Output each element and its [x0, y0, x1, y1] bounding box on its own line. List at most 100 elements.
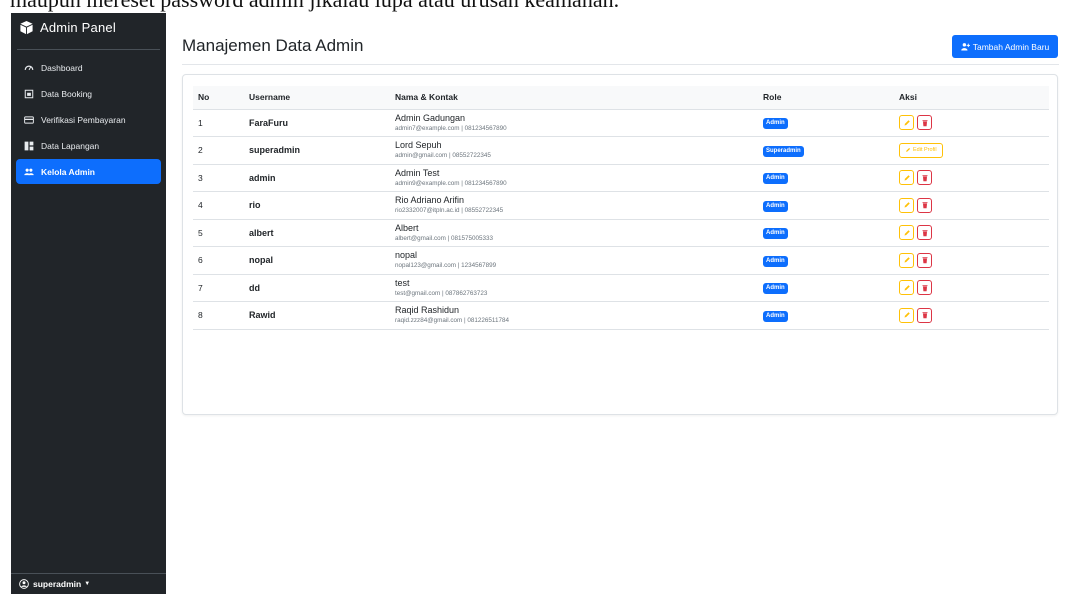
trash-icon [922, 230, 927, 236]
brand[interactable]: Admin Panel [11, 14, 166, 40]
column-header-role: Role [763, 86, 899, 110]
document-caption-line: maupun mereset password admin jikalau lu… [10, 0, 1060, 12]
edit-button[interactable] [899, 307, 914, 323]
table-row: 4 rio Rio Adriano Arifin rio2332007@itpln… [193, 191, 1049, 220]
admin-name: Lord Sepuh [395, 140, 442, 151]
edit-button[interactable] [899, 170, 914, 186]
admin-name: nopal [395, 250, 418, 261]
username-cell: albert [249, 219, 395, 247]
trash-icon [922, 175, 927, 181]
pencil-icon [906, 148, 911, 153]
sidebar-item-verifikasi-pembayaran[interactable]: Verifikasi Pembayaran [16, 107, 161, 132]
grid-icon [24, 141, 34, 151]
calendar-icon [24, 89, 34, 99]
column-header-no: No [193, 86, 249, 110]
role-cell: Admin [763, 219, 899, 247]
nama-kontak-cell: test test@gmail.com | 087862763723 [395, 274, 763, 302]
admin-name: Albert [395, 222, 419, 233]
sidebar-item-label: Data Lapangan [41, 140, 100, 151]
sidebar: Admin Panel Dashboard Data Booking Verif… [11, 13, 166, 594]
nama-kontak-cell: Admin Test admin9@example.com | 081234567… [395, 164, 763, 192]
role-badge: Superadmin [763, 145, 804, 157]
brand-title: Admin Panel [40, 19, 116, 35]
actions-cell [899, 219, 1049, 247]
pencil-icon [904, 230, 910, 236]
row-number: 1 [193, 109, 249, 137]
role-cell: Admin [763, 164, 899, 192]
edit-profile-button[interactable]: Edit Profil [899, 142, 943, 158]
role-cell: Admin [763, 301, 899, 330]
delete-button[interactable] [917, 307, 932, 323]
username-cell: superadmin [249, 136, 395, 165]
role-cell: Admin [763, 246, 899, 275]
actions-cell [899, 246, 1049, 275]
sidebar-item-data-lapangan[interactable]: Data Lapangan [16, 133, 161, 158]
admin-table-card: No Username Nama & Kontak Role Aksi 1 Fa… [182, 74, 1058, 415]
sidebar-item-label: Kelola Admin [41, 166, 95, 177]
sidebar-item-dashboard[interactable]: Dashboard [16, 55, 161, 80]
admin-name: Rio Adriano Arifin [395, 195, 465, 206]
trash-icon [922, 285, 927, 291]
delete-button[interactable] [917, 280, 932, 296]
row-number: 3 [193, 164, 249, 192]
edit-button[interactable] [899, 115, 914, 131]
row-number: 5 [193, 219, 249, 247]
table-row: 6 nopal nopal nopal123@gmail.com | 123456… [193, 246, 1049, 275]
caret-down-icon: ▼ [84, 581, 91, 587]
actions-cell: Edit Profil [899, 136, 1049, 165]
edit-button[interactable] [899, 225, 914, 241]
role-cell: Superadmin [763, 136, 899, 165]
role-badge: Admin [763, 173, 788, 185]
box-icon [20, 20, 33, 34]
add-admin-button[interactable]: Tambah Admin Baru [952, 35, 1058, 58]
role-badge: Admin [763, 310, 788, 322]
pencil-icon [904, 120, 910, 126]
admin-contact: rio2332007@itpln.ac.id | 08552722345 [395, 207, 504, 215]
sidebar-item-kelola-admin[interactable]: Kelola Admin [16, 159, 161, 184]
trash-icon [922, 312, 927, 319]
credit-card-icon [24, 115, 34, 125]
pencil-icon [904, 285, 910, 291]
delete-button[interactable] [917, 170, 932, 186]
role-badge: Admin [763, 200, 788, 212]
row-number: 8 [193, 301, 249, 330]
column-header-username: Username [249, 86, 395, 110]
username-cell: admin [249, 164, 395, 192]
delete-button[interactable] [917, 115, 932, 131]
delete-button[interactable] [917, 197, 932, 213]
nama-kontak-cell: Rio Adriano Arifin rio2332007@itpln.ac.id… [395, 191, 763, 220]
sidebar-item-label: Verifikasi Pembayaran [41, 114, 126, 125]
pencil-icon [904, 175, 910, 181]
admin-contact: admin9@example.com | 081234567890 [395, 179, 507, 187]
speedometer-icon [24, 63, 34, 73]
trash-icon [922, 120, 927, 126]
sidebar-item-label: Dashboard [41, 62, 83, 73]
pencil-icon [904, 312, 910, 318]
table-row: 8 Rawid Raqid Rashidun raqid.zzz84@gmail.… [193, 301, 1049, 330]
add-admin-label: Tambah Admin Baru [972, 41, 1050, 52]
admin-contact: test@gmail.com | 087862763723 [395, 289, 488, 297]
edit-button[interactable] [899, 197, 914, 213]
admin-contact: nopal123@gmail.com | 1234567899 [395, 262, 497, 270]
user-circle-icon [19, 579, 29, 589]
delete-button[interactable] [917, 252, 932, 268]
sidebar-item-label: Data Booking [41, 88, 93, 99]
actions-cell [899, 164, 1049, 192]
delete-button[interactable] [917, 225, 932, 241]
edit-button[interactable] [899, 252, 914, 268]
sidebar-item-data-booking[interactable]: Data Booking [16, 81, 161, 106]
row-number: 7 [193, 274, 249, 302]
edit-button[interactable] [899, 280, 914, 296]
table-row: 7 dd test test@gmail.com | 087862763723 A… [193, 274, 1049, 302]
admin-contact: admin@gmail.com | 08552722345 [395, 152, 491, 160]
table-row: 2 superadmin Lord Sepuh admin@gmail.com |… [193, 136, 1049, 165]
nama-kontak-cell: nopal nopal123@gmail.com | 1234567899 [395, 246, 763, 275]
role-cell: Admin [763, 109, 899, 137]
username-cell: nopal [249, 246, 395, 275]
trash-icon [922, 202, 927, 209]
user-dropdown-toggle[interactable]: superadmin ▼ [11, 573, 166, 594]
table-row: 3 admin Admin Test admin9@example.com | 0… [193, 164, 1049, 192]
sidebar-divider [17, 49, 160, 50]
nama-kontak-cell: Albert albert@gmail.com | 081575005333 [395, 219, 763, 247]
row-number: 2 [193, 136, 249, 165]
